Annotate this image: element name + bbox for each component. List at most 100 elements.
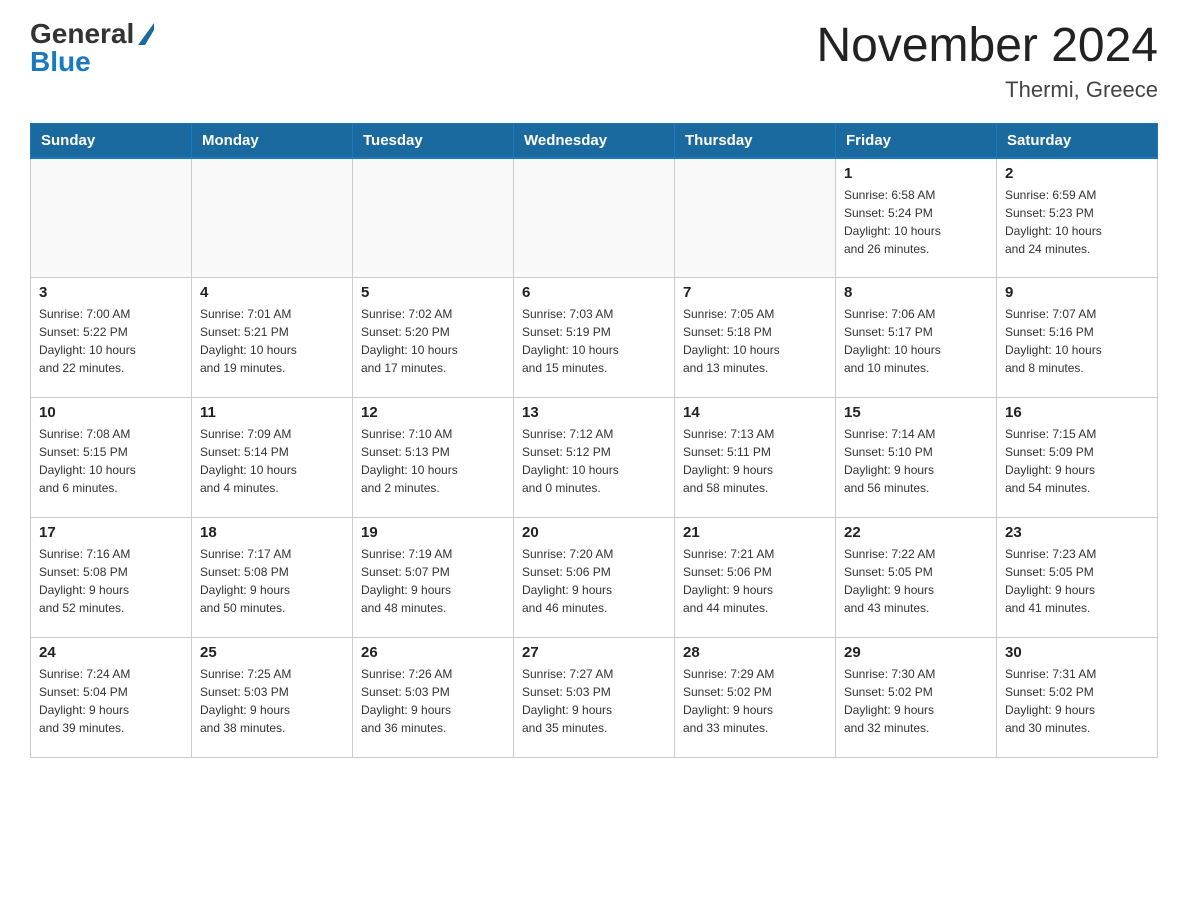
day-number: 22 [844, 524, 988, 541]
day-cell: 24Sunrise: 7:24 AMSunset: 5:04 PMDayligh… [31, 638, 192, 758]
day-cell: 27 Sunrise: 7:27 AMSunset: 5:03 PMDayligh… [514, 638, 675, 758]
day-cell: 6Sunrise: 7:03 AMSunset: 5:19 PMDaylight… [514, 278, 675, 398]
day-cell: 12 Sunrise: 7:10 AMSunset: 5:13 PMDayligh… [353, 398, 514, 518]
day-cell [192, 158, 353, 278]
day-info: Sunrise: 7:02 AMSunset: 5:20 PMDaylight:… [361, 305, 505, 377]
day-number: 2 [1005, 165, 1149, 182]
day-cell: 10Sunrise: 7:08 AMSunset: 5:15 PMDayligh… [31, 398, 192, 518]
day-info: Sunrise: 7:19 AMSunset: 5:07 PMDaylight:… [361, 545, 505, 617]
day-cell: 9 Sunrise: 7:07 AMSunset: 5:16 PMDaylight… [997, 278, 1158, 398]
day-number: 28 [683, 644, 827, 661]
title-block: November 2024 Thermi, Greece [816, 20, 1158, 103]
day-number: 30 [1005, 644, 1149, 661]
page-header: General Blue November 2024 Thermi, Greec… [30, 20, 1158, 103]
day-number: 1 [844, 165, 988, 182]
day-cell: 16 Sunrise: 7:15 AMSunset: 5:09 PMDayligh… [997, 398, 1158, 518]
day-info: Sunrise: 7:25 AMSunset: 5:03 PMDaylight:… [200, 665, 344, 737]
day-info: Sunrise: 7:03 AMSunset: 5:19 PMDaylight:… [522, 305, 666, 377]
day-info: Sunrise: 7:16 AMSunset: 5:08 PMDaylight:… [39, 545, 183, 617]
day-number: 11 [200, 404, 344, 421]
day-cell: 2 Sunrise: 6:59 AMSunset: 5:23 PMDaylight… [997, 158, 1158, 278]
day-number: 27 [522, 644, 666, 661]
day-cell: 1 Sunrise: 6:58 AMSunset: 5:24 PMDaylight… [836, 158, 997, 278]
day-number: 9 [1005, 284, 1149, 301]
day-info: Sunrise: 7:22 AMSunset: 5:05 PMDaylight:… [844, 545, 988, 617]
day-cell [31, 158, 192, 278]
day-number: 12 [361, 404, 505, 421]
day-info: Sunrise: 7:14 AMSunset: 5:10 PMDaylight:… [844, 425, 988, 497]
day-number: 25 [200, 644, 344, 661]
weekday-header-friday: Friday [836, 123, 997, 158]
logo-blue-text: Blue [30, 48, 91, 76]
location: Thermi, Greece [816, 77, 1158, 103]
day-cell: 15Sunrise: 7:14 AMSunset: 5:10 PMDayligh… [836, 398, 997, 518]
week-row-4: 17 Sunrise: 7:16 AMSunset: 5:08 PMDayligh… [31, 518, 1158, 638]
day-info: Sunrise: 7:00 AMSunset: 5:22 PMDaylight:… [39, 305, 183, 377]
logo-general-text: General [30, 20, 154, 48]
day-info: Sunrise: 7:21 AMSunset: 5:06 PMDaylight:… [683, 545, 827, 617]
day-cell: 29 Sunrise: 7:30 AMSunset: 5:02 PMDayligh… [836, 638, 997, 758]
day-number: 26 [361, 644, 505, 661]
day-number: 29 [844, 644, 988, 661]
day-number: 14 [683, 404, 827, 421]
day-number: 3 [39, 284, 183, 301]
weekday-header-monday: Monday [192, 123, 353, 158]
day-info: Sunrise: 7:24 AMSunset: 5:04 PMDaylight:… [39, 665, 183, 737]
week-row-2: 3 Sunrise: 7:00 AMSunset: 5:22 PMDaylight… [31, 278, 1158, 398]
day-cell: 21 Sunrise: 7:21 AMSunset: 5:06 PMDayligh… [675, 518, 836, 638]
day-info: Sunrise: 7:20 AMSunset: 5:06 PMDaylight:… [522, 545, 666, 617]
day-info: Sunrise: 7:15 AMSunset: 5:09 PMDaylight:… [1005, 425, 1149, 497]
day-cell: 3 Sunrise: 7:00 AMSunset: 5:22 PMDaylight… [31, 278, 192, 398]
day-number: 7 [683, 284, 827, 301]
day-info: Sunrise: 7:31 AMSunset: 5:02 PMDaylight:… [1005, 665, 1149, 737]
day-number: 19 [361, 524, 505, 541]
weekday-header-tuesday: Tuesday [353, 123, 514, 158]
day-info: Sunrise: 7:07 AMSunset: 5:16 PMDaylight:… [1005, 305, 1149, 377]
day-info: Sunrise: 7:26 AMSunset: 5:03 PMDaylight:… [361, 665, 505, 737]
day-cell: 7Sunrise: 7:05 AMSunset: 5:18 PMDaylight… [675, 278, 836, 398]
day-info: Sunrise: 7:08 AMSunset: 5:15 PMDaylight:… [39, 425, 183, 497]
week-row-1: 1 Sunrise: 6:58 AMSunset: 5:24 PMDaylight… [31, 158, 1158, 278]
day-cell: 17 Sunrise: 7:16 AMSunset: 5:08 PMDayligh… [31, 518, 192, 638]
day-number: 16 [1005, 404, 1149, 421]
day-info: Sunrise: 7:23 AMSunset: 5:05 PMDaylight:… [1005, 545, 1149, 617]
day-info: Sunrise: 7:10 AMSunset: 5:13 PMDaylight:… [361, 425, 505, 497]
day-number: 23 [1005, 524, 1149, 541]
day-info: Sunrise: 7:06 AMSunset: 5:17 PMDaylight:… [844, 305, 988, 377]
day-number: 18 [200, 524, 344, 541]
day-info: Sunrise: 7:17 AMSunset: 5:08 PMDaylight:… [200, 545, 344, 617]
day-cell: 14Sunrise: 7:13 AMSunset: 5:11 PMDayligh… [675, 398, 836, 518]
day-info: Sunrise: 7:30 AMSunset: 5:02 PMDaylight:… [844, 665, 988, 737]
day-number: 21 [683, 524, 827, 541]
weekday-header-saturday: Saturday [997, 123, 1158, 158]
day-cell: 13 Sunrise: 7:12 AMSunset: 5:12 PMDayligh… [514, 398, 675, 518]
day-info: Sunrise: 7:01 AMSunset: 5:21 PMDaylight:… [200, 305, 344, 377]
weekday-header-thursday: Thursday [675, 123, 836, 158]
day-cell: 4Sunrise: 7:01 AMSunset: 5:21 PMDaylight… [192, 278, 353, 398]
day-info: Sunrise: 7:27 AMSunset: 5:03 PMDaylight:… [522, 665, 666, 737]
day-cell [675, 158, 836, 278]
day-cell: 11 Sunrise: 7:09 AMSunset: 5:14 PMDayligh… [192, 398, 353, 518]
week-row-3: 10Sunrise: 7:08 AMSunset: 5:15 PMDayligh… [31, 398, 1158, 518]
day-info: Sunrise: 7:12 AMSunset: 5:12 PMDaylight:… [522, 425, 666, 497]
day-cell: 22 Sunrise: 7:22 AMSunset: 5:05 PMDayligh… [836, 518, 997, 638]
day-number: 17 [39, 524, 183, 541]
day-number: 13 [522, 404, 666, 421]
day-cell: 18 Sunrise: 7:17 AMSunset: 5:08 PMDayligh… [192, 518, 353, 638]
day-info: Sunrise: 6:58 AMSunset: 5:24 PMDaylight:… [844, 186, 988, 258]
day-cell: 19 Sunrise: 7:19 AMSunset: 5:07 PMDayligh… [353, 518, 514, 638]
day-cell: 20Sunrise: 7:20 AMSunset: 5:06 PMDayligh… [514, 518, 675, 638]
day-cell: 28Sunrise: 7:29 AMSunset: 5:02 PMDayligh… [675, 638, 836, 758]
day-cell: 30 Sunrise: 7:31 AMSunset: 5:02 PMDayligh… [997, 638, 1158, 758]
day-info: Sunrise: 6:59 AMSunset: 5:23 PMDaylight:… [1005, 186, 1149, 258]
week-row-5: 24Sunrise: 7:24 AMSunset: 5:04 PMDayligh… [31, 638, 1158, 758]
weekday-header-row: SundayMondayTuesdayWednesdayThursdayFrid… [31, 123, 1158, 158]
day-cell: 26 Sunrise: 7:26 AMSunset: 5:03 PMDayligh… [353, 638, 514, 758]
month-title: November 2024 [816, 20, 1158, 73]
day-cell [353, 158, 514, 278]
day-number: 8 [844, 284, 988, 301]
day-info: Sunrise: 7:09 AMSunset: 5:14 PMDaylight:… [200, 425, 344, 497]
day-cell: 25 Sunrise: 7:25 AMSunset: 5:03 PMDayligh… [192, 638, 353, 758]
logo: General Blue [30, 20, 154, 76]
calendar-table: SundayMondayTuesdayWednesdayThursdayFrid… [30, 123, 1158, 759]
